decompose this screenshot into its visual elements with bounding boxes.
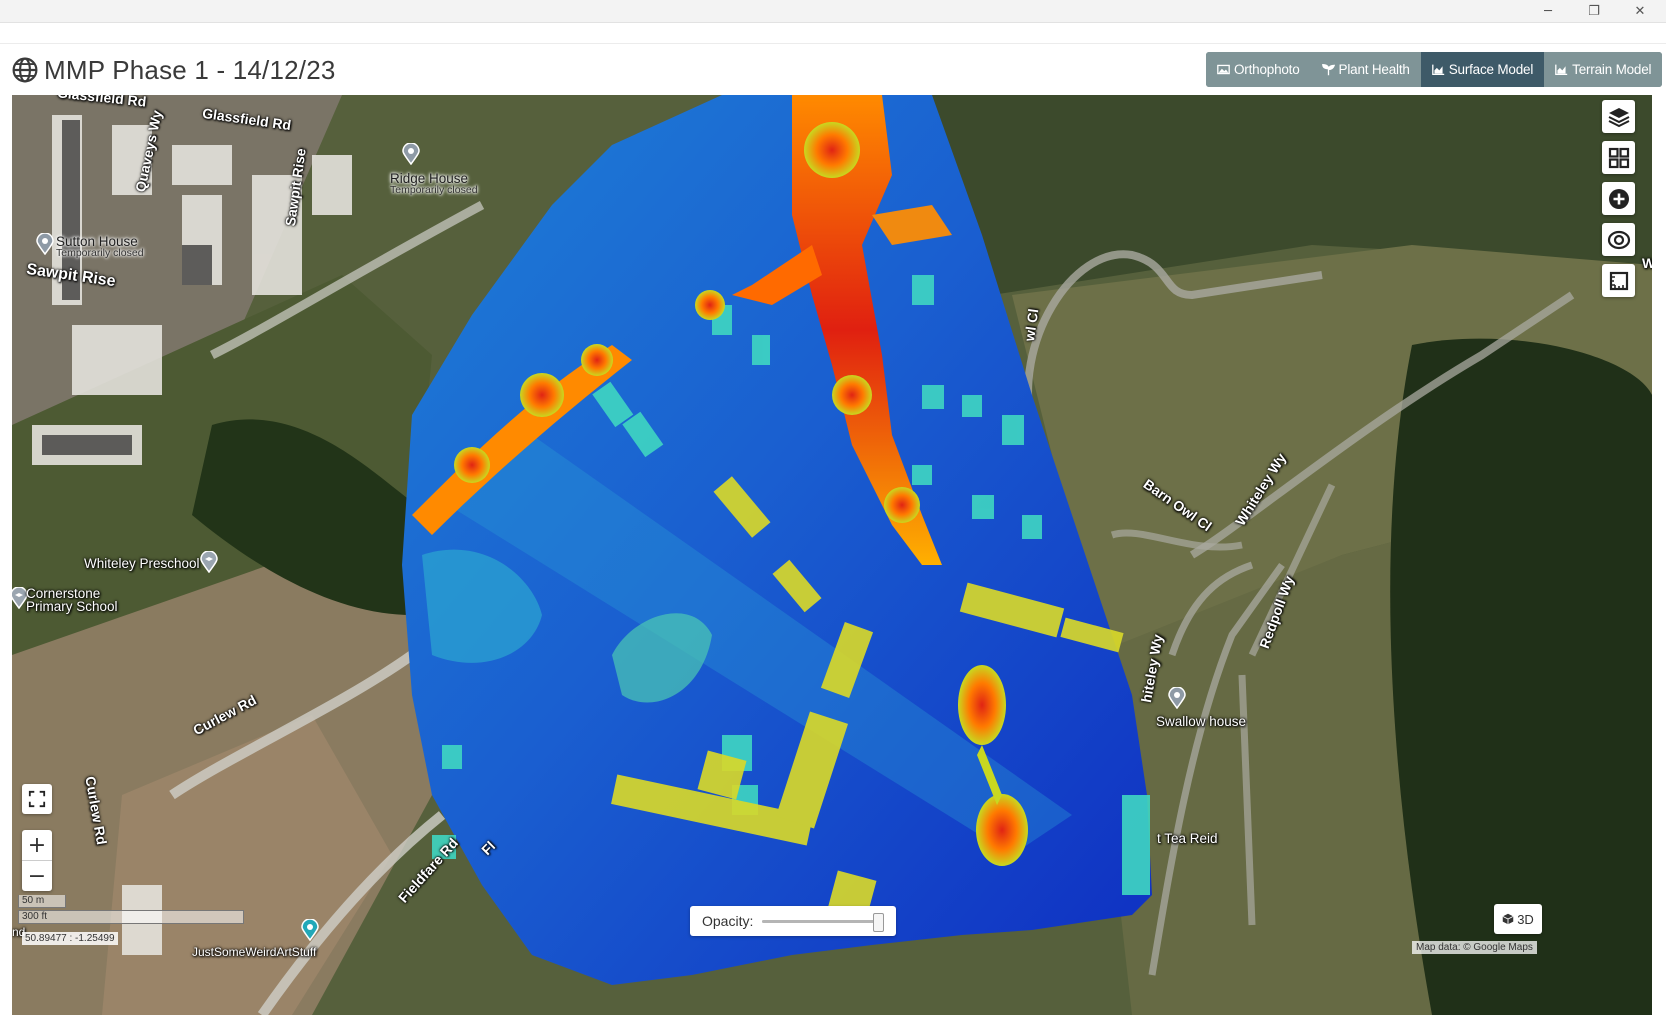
poi-status: Temporarily closed <box>56 247 144 259</box>
3d-label: 3D <box>1517 911 1534 927</box>
page-header: MMP Phase 1 - 14/12/23 <box>12 52 336 88</box>
poi-art-stuff[interactable]: JustSomeWeirdArtStuff <box>192 945 316 959</box>
tab-label: Orthophoto <box>1234 62 1300 77</box>
scale-bar-imperial: 300 ft <box>18 910 244 924</box>
poi-school-name-line2[interactable]: Primary School <box>26 599 118 614</box>
poi-status: Temporarily closed <box>390 184 478 196</box>
measure-icon <box>1609 271 1628 290</box>
zoom-in-button[interactable]: + <box>22 830 52 860</box>
measure-button[interactable] <box>1602 264 1635 297</box>
map-attribution: Map data: © Google Maps <box>1412 941 1537 954</box>
3d-button[interactable]: 3D <box>1494 904 1542 934</box>
opacity-label: Opacity: <box>702 913 754 929</box>
close-button[interactable]: ✕ <box>1617 0 1663 22</box>
tab-orthophoto[interactable]: Orthophoto <box>1206 52 1311 87</box>
satellite-basemap <box>12 95 1652 1015</box>
school-pin-icon[interactable] <box>200 551 218 573</box>
zoom-control: + − <box>22 830 52 891</box>
area-chart-icon <box>1555 64 1568 76</box>
globe-icon <box>12 57 38 83</box>
visibility-button[interactable] <box>1602 223 1635 256</box>
opacity-slider[interactable] <box>762 913 884 932</box>
image-icon <box>1217 64 1230 75</box>
layers-icon <box>1608 107 1629 127</box>
area-chart-icon <box>1431 64 1444 76</box>
layer-tabs: Orthophoto Plant Health Surface Model Te… <box>1206 52 1663 87</box>
grid-button[interactable] <box>1602 141 1635 174</box>
restore-button[interactable]: ❐ <box>1571 0 1617 22</box>
tab-label: Plant Health <box>1338 62 1410 77</box>
poi-ridge-house[interactable]: Ridge House Temporarily closed <box>390 171 478 196</box>
eye-icon <box>1607 230 1630 249</box>
divider <box>0 43 1666 44</box>
fullscreen-icon <box>28 790 46 808</box>
cube-icon <box>1502 913 1514 925</box>
zoom-out-button[interactable]: − <box>22 861 52 891</box>
plus-circle-icon <box>1608 188 1629 209</box>
fullscreen-button[interactable] <box>22 784 52 814</box>
tab-plant-health[interactable]: Plant Health <box>1310 52 1421 87</box>
layers-button[interactable] <box>1602 100 1635 133</box>
place-pin-icon[interactable] <box>1168 687 1186 709</box>
minimize-button[interactable]: ─ <box>1525 0 1571 22</box>
poi-swallow-house[interactable]: Swallow house <box>1156 714 1246 729</box>
page-title: MMP Phase 1 - 14/12/23 <box>44 54 336 85</box>
place-pin-icon[interactable] <box>402 143 420 165</box>
poi-sutton-house[interactable]: Sutton House Temporarily closed <box>56 234 144 259</box>
scale-bar-metric: 50 m <box>18 895 66 908</box>
window-titlebar: ─ ❐ ✕ <box>0 0 1666 23</box>
grid-icon <box>1608 147 1629 168</box>
opacity-thumb[interactable] <box>872 913 884 932</box>
poi-tea-reid[interactable]: t Tea Reid <box>1157 831 1218 846</box>
road-label: W <box>1642 255 1652 271</box>
tab-label: Surface Model <box>1448 62 1534 77</box>
opacity-control: Opacity: <box>690 906 896 936</box>
coordinates-readout: 50.89477 : -1.25499 <box>22 932 118 945</box>
poi-whiteley-preschool[interactable]: Whiteley Preschool <box>84 556 200 571</box>
add-button[interactable] <box>1602 182 1635 215</box>
map-canvas[interactable]: Glassfield Rd Glassfield Rd Quaveys Wy S… <box>12 95 1652 1015</box>
art-pin-icon[interactable] <box>301 919 319 941</box>
place-pin-icon[interactable] <box>36 233 54 255</box>
tab-surface-model[interactable]: Surface Model <box>1420 52 1545 87</box>
plant-icon <box>1321 63 1335 76</box>
opacity-fill <box>762 920 878 923</box>
tab-terrain-model[interactable]: Terrain Model <box>1544 52 1663 87</box>
tab-label: Terrain Model <box>1572 62 1652 77</box>
